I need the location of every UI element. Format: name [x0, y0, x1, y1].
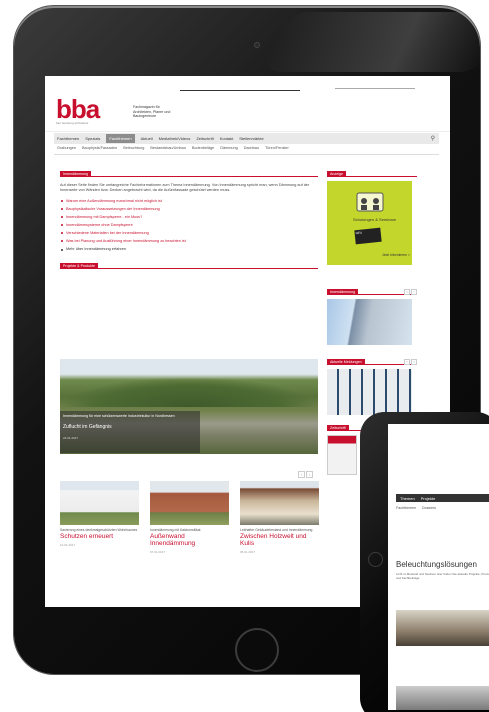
main-nav: Fachthemen Spezials Fachthemen Aktuell M…	[54, 133, 439, 144]
phone-subnav-item[interactable]: Fachthemen	[396, 506, 416, 510]
nav-item[interactable]: Aktuell	[141, 136, 153, 141]
nav-item[interactable]: Zeitschrift	[196, 136, 213, 141]
site-tagline: Fachmagazin für Architekten, Planer und …	[133, 105, 171, 119]
camera-icon	[254, 42, 260, 48]
home-button[interactable]	[235, 628, 279, 672]
sub-nav: Grabungen Bauphysik/Fassaden Beleuchtung…	[54, 146, 439, 155]
phone-intro-text: Licht im Bestand und Neubau: Hier finden…	[396, 572, 489, 580]
featured-article-image[interactable]: Innendämmung für eine schützenswerte Ind…	[60, 359, 318, 454]
card-image	[150, 481, 229, 525]
block-label: Zeitschrift	[327, 425, 349, 431]
site-logo[interactable]: bba	[56, 96, 100, 122]
article-card[interactable]: Sanierung eines denkmalgeschützten Wohnh…	[60, 481, 139, 554]
featured-label: Projekte & Produkte	[60, 263, 98, 269]
next-icon[interactable]: ›	[306, 471, 313, 478]
nav-item[interactable]: Mediathek/Videos	[159, 136, 191, 141]
next-icon[interactable]: ›	[411, 359, 417, 365]
subnav-item[interactable]: Türen/Fenster	[265, 146, 289, 154]
topic-list: Warum eine Außendämmung manchmal nicht m…	[60, 197, 318, 245]
main-content: Innendämmung Auf dieser Seite finden Sie…	[60, 171, 318, 269]
featured-title[interactable]: Zuflucht im Gefängnis	[63, 424, 197, 430]
subnav-item[interactable]: Beleuchtung	[123, 146, 144, 154]
phone-device: Themen Projekte Fachthemen Dossiers Bele…	[360, 412, 489, 712]
site-header: bba bau beratung architektur Fachmagazin…	[45, 76, 450, 132]
topic-link[interactable]: Verschiedene Materialien bei der Innendä…	[60, 229, 318, 237]
photo-stage: bba bau beratung architektur Fachmagazin…	[0, 0, 489, 712]
topic-link[interactable]: Was bei Planung und Ausführung einer Inn…	[60, 237, 318, 245]
phone-page-title: Beleuchtungslösungen	[396, 560, 477, 569]
featured-date: 24.01.2017	[63, 435, 79, 440]
innendaemmung-block: Innendämmung ‹ ›	[327, 289, 417, 345]
card-title[interactable]: Außenwand Innendämmung	[150, 533, 229, 547]
card-title[interactable]: Zwischen Holzwelt und Kulis	[240, 533, 319, 547]
featured-caption: Innendämmung für eine schützenswerte Ind…	[60, 411, 200, 453]
logo-subtitle: bau beratung architektur	[56, 121, 89, 125]
subnav-item[interactable]: Grabungen	[57, 146, 76, 154]
more-link[interactable]: Mehr über Innendämmung erfahren	[60, 247, 318, 251]
subnav-item[interactable]: Dämmung	[220, 146, 238, 154]
nav-item-active[interactable]: Fachthemen	[106, 134, 135, 143]
prev-icon[interactable]: ‹	[404, 289, 410, 295]
card-image	[60, 481, 139, 525]
article-cards: Sanierung eines denkmalgeschützten Wohnh…	[60, 481, 319, 554]
advert-button[interactable]: Jetzt informieren >	[382, 253, 410, 257]
card-date: 10.01.2017	[60, 543, 76, 547]
card-kicker: Lebhafter Gebäudebestand und Innendämmun…	[240, 528, 313, 532]
nav-item[interactable]: Fachthemen	[57, 136, 79, 141]
nav-item[interactable]: Kontakt	[220, 136, 234, 141]
topic-link[interactable]: Warum eine Außendämmung manchmal nicht m…	[60, 197, 318, 205]
card-date: 05.01.2017	[240, 550, 256, 554]
subnav-item[interactable]: Bestandsbau/Umbau	[150, 146, 185, 154]
topic-link[interactable]: Innendämmsysteme ohne Dampfsperre	[60, 221, 318, 229]
prev-icon[interactable]: ‹	[298, 471, 305, 478]
phone-nav-item[interactable]: Projekte	[421, 496, 436, 501]
card-kicker: Sanierung eines denkmalgeschützten Wohnh…	[60, 528, 138, 532]
phone-home-button[interactable]	[368, 552, 383, 567]
card-kicker: Innendämmung mit Kalziumsilikat	[150, 528, 201, 532]
card-date: 07.01.2017	[150, 550, 166, 554]
phone-image[interactable]	[396, 610, 489, 646]
advert-block: Anzeige Schulungen & Seminare NEU Jetzt …	[327, 171, 417, 265]
search-icon[interactable]: ⚲	[431, 135, 435, 142]
featured-caption-text: Innendämmung für eine schützenswerte Ind…	[63, 414, 175, 418]
phone-image[interactable]	[396, 686, 489, 710]
nav-item[interactable]: Stellenmärkte	[239, 136, 263, 141]
section-label: Innendämmung	[60, 171, 91, 177]
block-image[interactable]	[327, 299, 412, 345]
article-card[interactable]: Innendämmung mit Kalziumsilikat Außenwan…	[150, 481, 229, 554]
advert-banner[interactable]: Schulungen & Seminare NEU Jetzt informie…	[327, 181, 412, 265]
card-image	[240, 481, 319, 525]
block-image[interactable]	[327, 369, 412, 415]
advert-title: Schulungen & Seminare	[353, 217, 397, 222]
nav-item[interactable]: Spezials	[85, 136, 100, 141]
block-label: Innendämmung	[327, 289, 358, 295]
next-icon[interactable]: ›	[411, 289, 417, 295]
phone-nav: Themen Projekte	[396, 494, 489, 502]
subnav-item[interactable]: Bodenbeläge	[192, 146, 214, 154]
phone-screen: Themen Projekte Fachthemen Dossiers Bele…	[388, 424, 489, 710]
phone-subnav: Fachthemen Dossiers	[396, 506, 436, 510]
advert-badge: NEU	[354, 227, 382, 245]
card-pager: ‹ ›	[298, 471, 313, 478]
subnav-item[interactable]: Bauphysik/Fassaden	[82, 146, 117, 154]
article-card[interactable]: Lebhafter Gebäudebestand und Innendämmun…	[240, 481, 319, 554]
topic-link[interactable]: Innendämmung mit Dampfsperre - ein Muss?	[60, 213, 318, 221]
block-label: Aktuelle Meldungen	[327, 359, 365, 365]
topic-link[interactable]: Bauphysikalische Voraussetzungen der Inn…	[60, 205, 318, 213]
advert-label: Anzeige	[327, 171, 346, 177]
phone-subnav-item[interactable]: Dossiers	[422, 506, 436, 510]
news-block: Aktuelle Meldungen ‹ ›	[327, 359, 417, 415]
prev-icon[interactable]: ‹	[404, 359, 410, 365]
phone-nav-item[interactable]: Themen	[400, 496, 415, 501]
card-title[interactable]: Schutzen erneuert	[60, 533, 139, 540]
subnav-item[interactable]: Dachbau	[244, 146, 259, 154]
intro-text: Auf dieser Seite finden Sie umfangreiche…	[60, 183, 310, 192]
people-icon	[356, 192, 384, 212]
magazine-cover[interactable]	[327, 435, 357, 475]
